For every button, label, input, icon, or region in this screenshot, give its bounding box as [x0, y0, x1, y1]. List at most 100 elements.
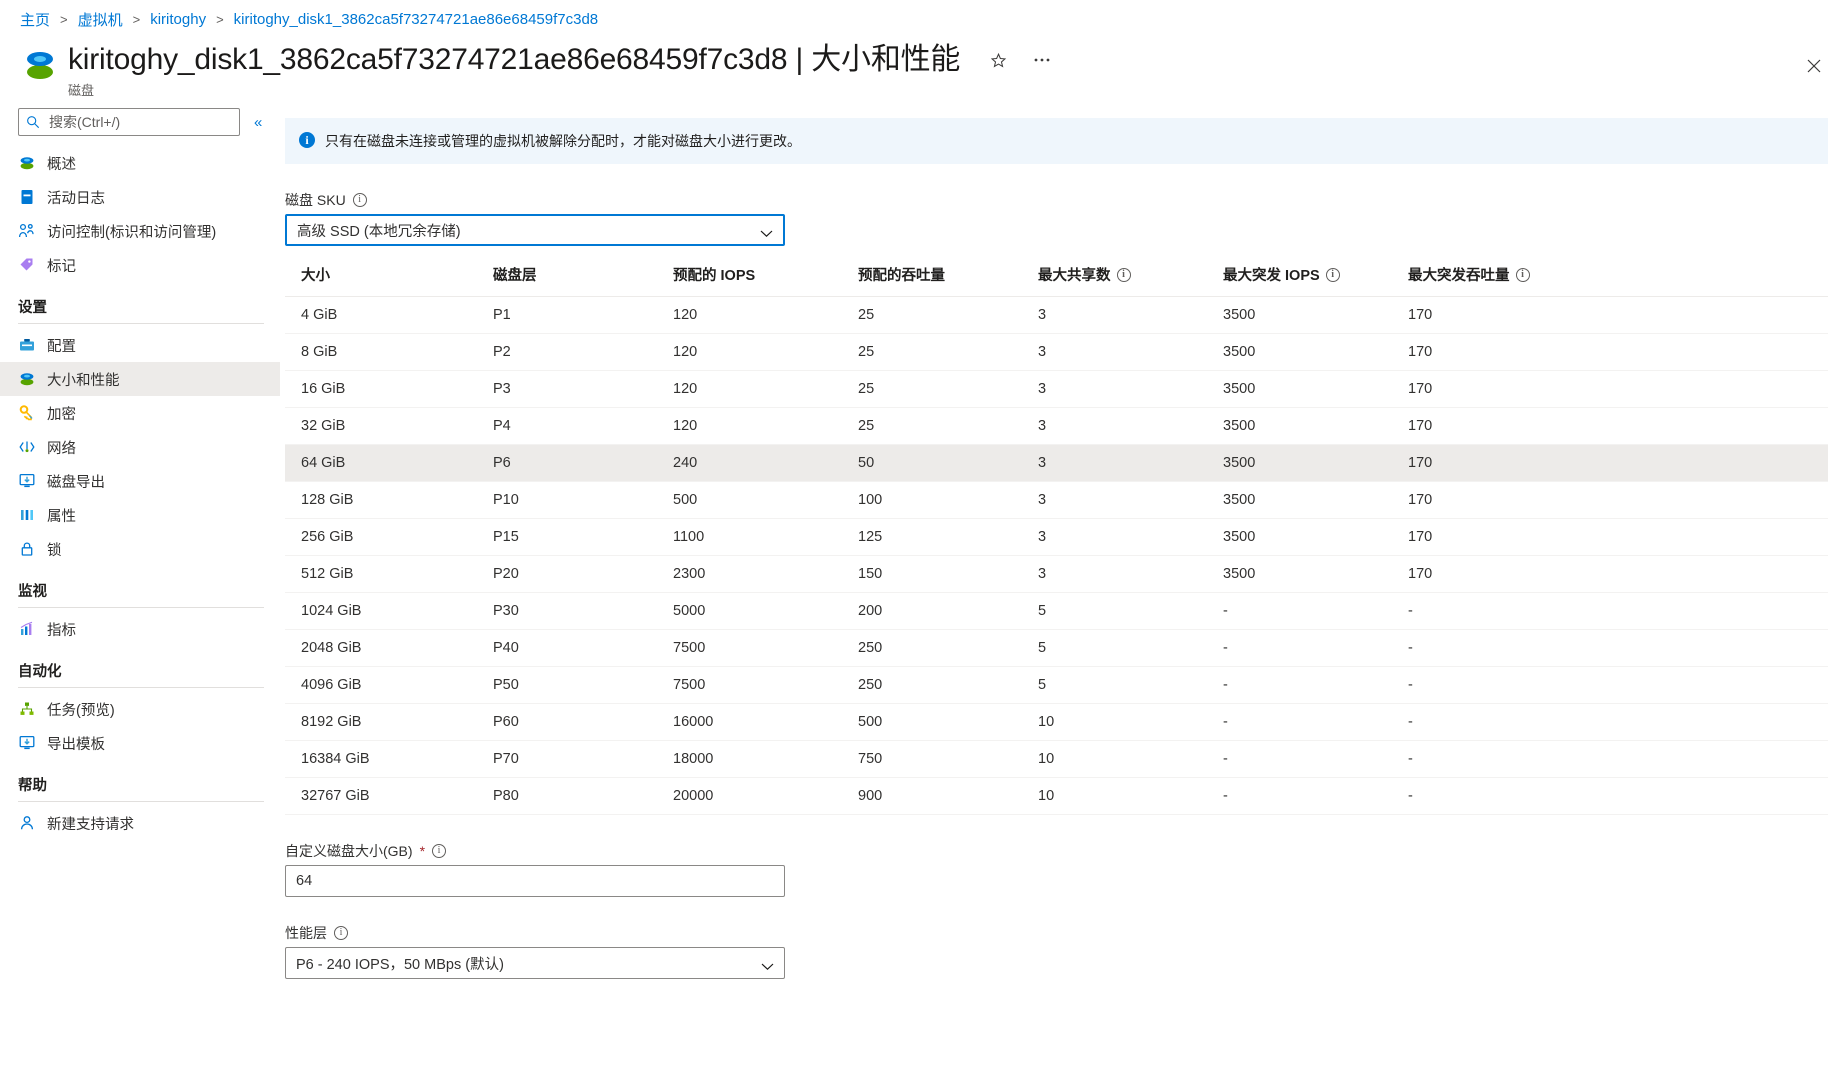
table-cell-tier: P80 — [485, 777, 665, 815]
info-circle-icon[interactable]: i — [352, 193, 367, 207]
column-header-size[interactable]: 大小 — [285, 258, 485, 297]
table-cell-bthr: - — [1400, 629, 1828, 667]
sidebar-item-size-and-performance[interactable]: 大小和性能 — [0, 362, 280, 396]
sidebar-section-settings: 设置 — [18, 300, 47, 316]
table-cell-thr: 125 — [850, 518, 1030, 556]
table-cell-shares: 5 — [1030, 629, 1215, 667]
table-cell-shares: 10 — [1030, 777, 1215, 815]
table-cell-size: 1024 GiB — [285, 592, 485, 630]
info-banner: i 只有在磁盘未连接或管理的虚拟机被解除分配时，才能对磁盘大小进行更改。 — [285, 118, 1828, 164]
network-icon — [18, 438, 36, 456]
custom-size-label: 自定义磁盘大小(GB) — [285, 843, 413, 859]
column-label: 最大突发 IOPS — [1223, 268, 1320, 284]
table-cell-burst: - — [1215, 592, 1400, 630]
table-cell-tier: P2 — [485, 333, 665, 371]
table-cell-iops: 7500 — [665, 629, 850, 667]
sidebar-item-new-support-request[interactable]: 新建支持请求 — [0, 806, 280, 840]
table-row[interactable]: 8 GiB P2 120 25 3 3500 170 — [285, 333, 1828, 371]
column-header-max-burst-throughput[interactable]: 最大突发吞吐量 i — [1400, 258, 1828, 297]
sidebar-section-monitoring: 监视 — [18, 584, 47, 600]
column-header-tier[interactable]: 磁盘层 — [485, 258, 665, 297]
sidebar-item-access-control[interactable]: 访问控制(标识和访问管理) — [0, 214, 280, 248]
breadcrumb-item-kiritoghy[interactable]: kiritoghy — [150, 11, 206, 28]
sidebar-item-label: 加密 — [47, 406, 76, 423]
sidebar-item-tags[interactable]: 标记 — [0, 248, 280, 282]
column-header-provisioned-iops[interactable]: 预配的 IOPS — [665, 258, 850, 297]
table-cell-shares: 3 — [1030, 444, 1215, 482]
table-row[interactable]: 16384 GiB P70 18000 750 10- - — [285, 740, 1828, 778]
info-icon: i — [299, 132, 315, 148]
access-control-icon — [18, 222, 36, 240]
collapse-sidebar-button[interactable]: « — [250, 113, 266, 132]
table-row[interactable]: 512 GiB P20 2300 150 3 3500 170 — [285, 555, 1828, 593]
table-cell-size: 32767 GiB — [285, 777, 485, 815]
table-cell-iops: 500 — [665, 481, 850, 519]
table-cell-tier: P60 — [485, 703, 665, 741]
table-row[interactable]: 2048 GiB P40 7500 250 5- - — [285, 629, 1828, 667]
table-row[interactable]: 8192 GiB P60 16000 500 10- - — [285, 703, 1828, 741]
sidebar-item-tasks[interactable]: 任务(预览) — [0, 692, 280, 726]
disk-sku-select[interactable]: 高级 SSD (本地冗余存储) — [285, 214, 785, 246]
sidebar-item-locks[interactable]: 锁 — [0, 532, 280, 566]
table-cell-shares: 3 — [1030, 481, 1215, 519]
lock-icon — [18, 540, 36, 558]
ellipsis-icon[interactable] — [1029, 55, 1055, 65]
table-cell-shares: 3 — [1030, 518, 1215, 556]
table-row[interactable]: 32767 GiB P80 20000 900 10- - — [285, 777, 1828, 815]
key-icon — [18, 404, 36, 422]
custom-disk-size-input[interactable] — [285, 865, 785, 897]
table-cell-shares: 3 — [1030, 370, 1215, 408]
table-cell-thr: 25 — [850, 296, 1030, 334]
sidebar-item-overview[interactable]: 概述 — [0, 146, 280, 180]
table-cell-bthr: 170 — [1400, 333, 1828, 371]
table-row[interactable]: 4 GiB P1 120 25 3 3500 170 — [285, 296, 1828, 334]
sidebar-item-encryption[interactable]: 加密 — [0, 396, 280, 430]
performance-tier-select[interactable]: P6 - 240 IOPS，50 MBps (默认) — [285, 947, 785, 979]
info-circle-icon[interactable]: i — [1325, 267, 1340, 282]
table-row[interactable]: 16 GiB P3 120 25 3 3500 170 — [285, 370, 1828, 408]
table-cell-shares: 3 — [1030, 407, 1215, 445]
table-cell-iops: 120 — [665, 407, 850, 445]
sidebar-item-label: 大小和性能 — [47, 372, 120, 389]
sidebar-item-properties[interactable]: 属性 — [0, 498, 280, 532]
table-cell-shares: 5 — [1030, 666, 1215, 704]
column-header-max-burst-iops[interactable]: 最大突发 IOPS i — [1215, 258, 1400, 297]
sidebar-item-disk-export[interactable]: 磁盘导出 — [0, 464, 280, 498]
table-row[interactable]: 128 GiB P10 500 100 3 3500 170 — [285, 481, 1828, 519]
info-circle-icon[interactable]: i — [432, 844, 447, 858]
table-cell-tier: P40 — [485, 629, 665, 667]
table-cell-thr: 250 — [850, 629, 1030, 667]
sidebar-item-label: 导出模板 — [47, 736, 105, 753]
sidebar-item-networking[interactable]: 网络 — [0, 430, 280, 464]
close-icon[interactable] — [1798, 52, 1830, 82]
table-row[interactable]: 32 GiB P4 120 25 3 3500 170 — [285, 407, 1828, 445]
sidebar-item-label: 锁 — [47, 542, 62, 559]
column-header-max-shares[interactable]: 最大共享数 i — [1030, 258, 1215, 297]
sidebar-item-label: 配置 — [47, 338, 76, 355]
info-circle-icon[interactable]: i — [334, 926, 348, 940]
info-circle-icon[interactable]: i — [1515, 267, 1530, 282]
breadcrumb-item-disk[interactable]: kiritoghy_disk1_3862ca5f73274721ae86e684… — [234, 11, 598, 28]
table-cell-iops: 16000 — [665, 703, 850, 741]
breadcrumb-item-home[interactable]: 主页 — [20, 9, 50, 30]
sidebar-item-label: 标记 — [47, 258, 76, 275]
sidebar-item-configuration[interactable]: 配置 — [0, 328, 280, 362]
sidebar-item-metrics[interactable]: 指标 — [0, 612, 280, 646]
activity-log-icon — [18, 188, 36, 206]
sidebar-item-export-template[interactable]: 导出模板 — [0, 726, 280, 760]
table-cell-tier: P1 — [485, 296, 665, 334]
table-row[interactable]: 256 GiB P15 1100 125 3 3500 170 — [285, 518, 1828, 556]
info-circle-icon[interactable]: i — [1116, 267, 1131, 282]
performance-tier-label-row: 性能层 i — [285, 923, 1838, 943]
table-cell-bthr: 170 — [1400, 481, 1828, 519]
disk-sku-label: 磁盘 SKU — [285, 192, 346, 208]
table-row[interactable]: 4096 GiB P50 7500 250 5- - — [285, 666, 1828, 704]
breadcrumb-item-virtual-machines[interactable]: 虚拟机 — [78, 9, 123, 30]
star-outline-icon[interactable] — [986, 50, 1011, 71]
column-header-provisioned-throughput[interactable]: 预配的吞吐量 — [850, 258, 1030, 297]
sidebar-item-activity-log[interactable]: 活动日志 — [0, 180, 280, 214]
table-row[interactable]: 1024 GiB P30 5000 200 5- - — [285, 592, 1828, 630]
table-row[interactable]: 64 GiB P6 240 50 3 3500 170 — [285, 444, 1828, 482]
page-title: kiritoghy_disk1_3862ca5f73274721ae86e684… — [68, 43, 961, 76]
search-input[interactable] — [18, 108, 240, 136]
